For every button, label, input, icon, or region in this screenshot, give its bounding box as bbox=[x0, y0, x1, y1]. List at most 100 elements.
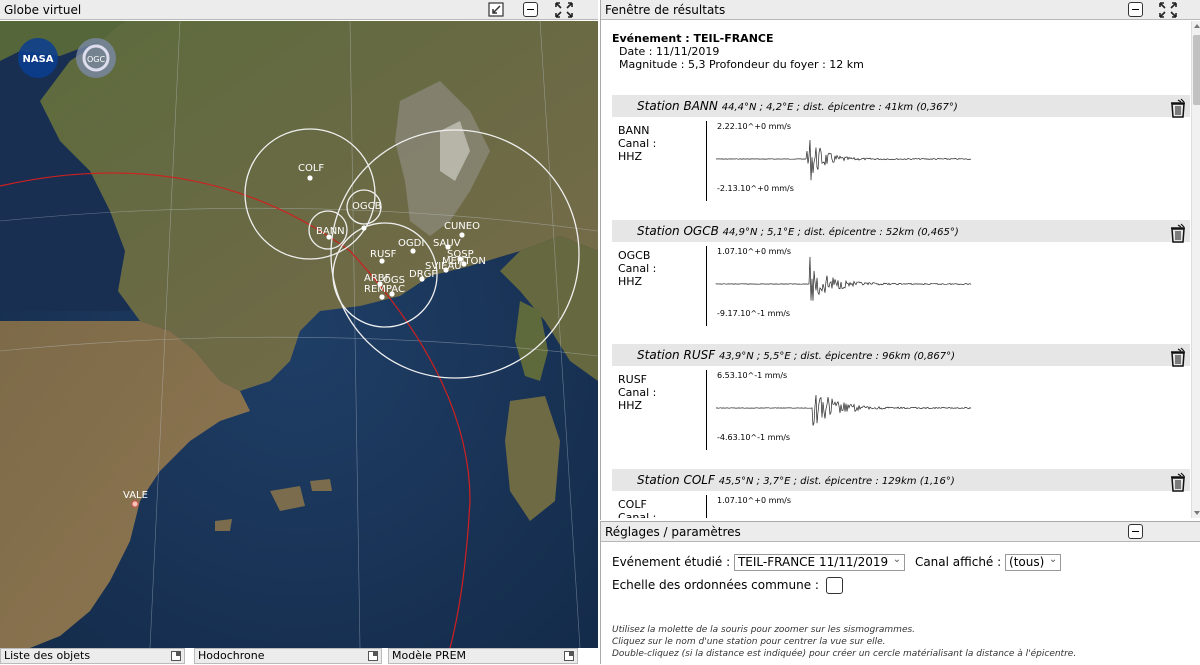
station-marker-drgf[interactable]: DRGF bbox=[409, 269, 437, 282]
seismogram[interactable]: 1.07.10^+0 mm/s bbox=[706, 495, 1006, 518]
popout-icon[interactable] bbox=[368, 651, 378, 661]
tab-modele-prem[interactable]: Modèle PREM bbox=[388, 648, 578, 664]
nasa-logo: NASA bbox=[18, 38, 58, 78]
station-dot[interactable] bbox=[307, 175, 313, 181]
station-dot[interactable] bbox=[379, 294, 385, 300]
popout-icon[interactable] bbox=[564, 651, 574, 661]
seismogram-trace bbox=[706, 495, 1006, 518]
station-coords: 43,9°N ; 5,5°E ; dist. épicentre : 96km … bbox=[718, 351, 956, 362]
trash-icon[interactable] bbox=[1169, 98, 1187, 118]
station-label[interactable]: RUSF bbox=[370, 249, 397, 260]
tab-label: Modèle PREM bbox=[392, 649, 467, 662]
settings-minimize-button[interactable] bbox=[1128, 524, 1143, 539]
event-select[interactable]: TEIL-FRANCE 11/11/2019 bbox=[733, 552, 906, 571]
station-dot[interactable] bbox=[131, 500, 139, 508]
globe-titlebar: Globe virtuel bbox=[0, 0, 598, 20]
station-header[interactable]: Station COLF 45,5°N ; 3,7°E ; dist. épic… bbox=[612, 469, 1190, 492]
globe-panel: Globe virtuel NASA OGC COLF OGCB BANN RU… bbox=[0, 0, 598, 664]
station-label[interactable]: REMPAC bbox=[364, 284, 405, 295]
station-name[interactable]: Station BANN bbox=[637, 99, 718, 113]
station-marker-menton[interactable]: MENTON bbox=[442, 256, 486, 267]
station-dot[interactable] bbox=[361, 225, 367, 231]
popout-icon[interactable] bbox=[171, 651, 181, 661]
event-header: Evénement : TEIL-FRANCE Date : 11/11/201… bbox=[612, 32, 864, 71]
station-name[interactable]: Station COLF bbox=[637, 473, 715, 487]
svg-text:NASA: NASA bbox=[22, 54, 53, 65]
station-block: Station BANN 44,4°N ; 4,2°E ; dist. épic… bbox=[612, 95, 1190, 205]
station-label[interactable]: COLF bbox=[298, 163, 324, 174]
station-label[interactable]: CUNEO bbox=[444, 221, 480, 232]
seismogram-trace bbox=[715, 256, 972, 301]
station-info: RUSF Canal : HHZ bbox=[618, 373, 656, 412]
globe-minimize-button[interactable] bbox=[523, 2, 538, 17]
channel-select-value: (tous) bbox=[1009, 555, 1045, 569]
popout-icon[interactable] bbox=[488, 2, 506, 18]
trash-icon[interactable] bbox=[1169, 472, 1187, 492]
results-body[interactable]: Evénement : TEIL-FRANCE Date : 11/11/201… bbox=[601, 21, 1200, 518]
station-name[interactable]: Station RUSF bbox=[637, 348, 715, 362]
station-label[interactable]: DRGF bbox=[409, 269, 437, 280]
tab-hodochrone[interactable]: Hodochrone bbox=[194, 648, 382, 664]
settings-body: Evénement étudié : TEIL-FRANCE 11/11/201… bbox=[601, 543, 1200, 665]
event-select-value: TEIL-FRANCE 11/11/2019 bbox=[737, 555, 889, 569]
fullscreen-icon[interactable] bbox=[555, 2, 573, 18]
station-marker-sauv[interactable]: SAUV bbox=[433, 238, 461, 250]
channel-select-label: Canal affiché : bbox=[914, 555, 1002, 569]
station-coords: 44,9°N ; 5,1°E ; dist. épicentre : 52km … bbox=[722, 227, 959, 238]
scroll-down-arrow[interactable] bbox=[1194, 511, 1200, 515]
station-label[interactable]: MENTON bbox=[442, 256, 486, 267]
scroll-thumb[interactable] bbox=[1193, 35, 1200, 105]
event-magnitude: Magnitude : 5,3 Profondeur du foyer : 12… bbox=[619, 58, 864, 71]
channel-select[interactable]: (tous) bbox=[1005, 552, 1062, 571]
settings-title: Réglages / paramètres bbox=[605, 525, 741, 539]
channel-value: HHZ bbox=[618, 275, 643, 288]
station-label[interactable]: OGCB bbox=[352, 201, 382, 212]
results-titlebar: Fenêtre de résultats bbox=[601, 0, 1200, 20]
station-label[interactable]: SAUV bbox=[433, 238, 461, 249]
seismogram[interactable]: 2.22.10^+0 mm/s -2.13.10^+0 mm/s bbox=[706, 121, 1006, 201]
results-panel: Fenêtre de résultats Evénement : TEIL-FR… bbox=[600, 0, 1200, 520]
results-title: Fenêtre de résultats bbox=[605, 3, 726, 17]
channel-label: Canal : bbox=[618, 511, 657, 518]
scroll-up-arrow[interactable] bbox=[1194, 24, 1200, 28]
seismogram-trace bbox=[715, 394, 972, 426]
tab-label: Liste des objets bbox=[4, 649, 91, 662]
results-scrollbar[interactable] bbox=[1191, 21, 1200, 518]
station-header[interactable]: Station RUSF 43,9°N ; 5,5°E ; dist. épic… bbox=[612, 344, 1190, 367]
station-block: Station COLF 45,5°N ; 3,7°E ; dist. épic… bbox=[612, 469, 1190, 518]
satellite-map[interactable]: NASA OGC COLFOGCBBANNRUSFOGDI SAUVCUNEOSO… bbox=[0, 21, 598, 648]
station-label[interactable]: OGDI bbox=[398, 238, 424, 249]
station-label[interactable]: VALE bbox=[123, 490, 148, 501]
seismogram[interactable]: 1.07.10^+0 mm/s -9.17.10^-1 mm/s bbox=[706, 246, 1006, 326]
globe-title: Globe virtuel bbox=[4, 3, 82, 17]
channel-label: Canal : bbox=[618, 262, 657, 275]
station-name[interactable]: Station OGCB bbox=[637, 224, 719, 238]
fullscreen-icon[interactable] bbox=[1159, 2, 1177, 18]
seismogram-trace bbox=[716, 139, 972, 181]
results-minimize-button[interactable] bbox=[1128, 2, 1143, 17]
scale-label: Echelle des ordonnées commune : bbox=[612, 578, 819, 592]
station-label[interactable]: BANN bbox=[316, 226, 345, 237]
settings-titlebar: Réglages / paramètres bbox=[601, 522, 1200, 542]
event-select-label: Evénement étudié : bbox=[612, 555, 731, 569]
station-dot[interactable] bbox=[459, 232, 465, 238]
station-info: BANN Canal : HHZ bbox=[618, 124, 656, 163]
help-line: Utilisez la molette de la souris pour zo… bbox=[612, 625, 916, 635]
settings-panel: Réglages / paramètres Evénement étudié :… bbox=[600, 521, 1200, 665]
station-info: OGCB Canal : HHZ bbox=[618, 249, 656, 288]
trash-icon[interactable] bbox=[1169, 223, 1187, 243]
channel-label: Canal : bbox=[618, 137, 657, 150]
common-scale-checkbox[interactable] bbox=[825, 577, 843, 594]
station-header[interactable]: Station BANN 44,4°N ; 4,2°E ; dist. épic… bbox=[612, 95, 1190, 118]
help-text: Utilisez la molette de la souris pour zo… bbox=[612, 624, 1076, 660]
seismogram[interactable]: 6.53.10^-1 mm/s -4.63.10^-1 mm/s bbox=[706, 370, 1006, 450]
ogc-logo: OGC bbox=[76, 38, 116, 78]
station-header[interactable]: Station OGCB 44,9°N ; 5,1°E ; dist. épic… bbox=[612, 220, 1190, 243]
globe-view[interactable]: NASA OGC COLF OGCB BANN RUSF OGDI SAUV CUNEO SO… bbox=[0, 21, 598, 648]
station-dot[interactable] bbox=[410, 248, 416, 254]
event-date: Date : 11/11/2019 bbox=[619, 45, 720, 58]
trash-icon[interactable] bbox=[1169, 347, 1187, 367]
svg-text:OGC: OGC bbox=[87, 55, 105, 64]
tab-liste-objets[interactable]: Liste des objets bbox=[0, 648, 185, 664]
station-code: RUSF bbox=[618, 373, 648, 386]
